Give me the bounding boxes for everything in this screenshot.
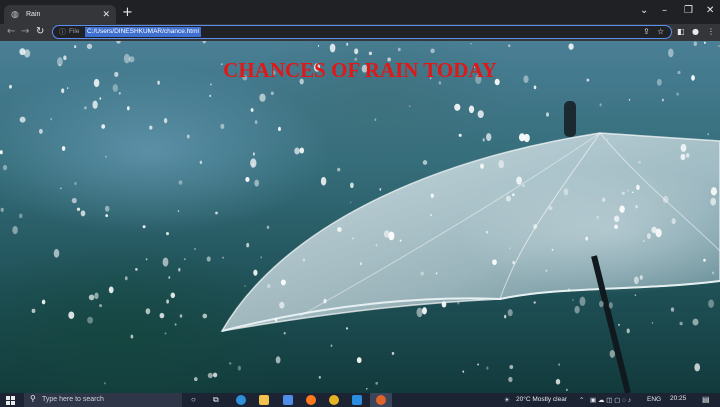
browser-tab[interactable]: ◍ Rain ✕ <box>4 5 116 24</box>
taskbar-search-box[interactable]: ⚲ Type here to search <box>24 393 182 407</box>
page-content: CHANCES OF RAIN TODAY <box>0 41 720 393</box>
address-bar[interactable]: ⓘ File C:/Users/DINESHKUMAR/chance.html … <box>52 25 672 39</box>
file-explorer-icon[interactable] <box>259 395 269 405</box>
url-text[interactable]: C:/Users/DINESHKUMAR/chance.html <box>85 27 201 37</box>
profile-icon[interactable]: ● <box>692 27 699 37</box>
tab-search-icon[interactable]: ⌄ <box>640 5 648 16</box>
forward-button[interactable]: → <box>21 26 29 38</box>
firefox-icon[interactable] <box>306 395 316 405</box>
globe-icon: ◍ <box>11 9 19 20</box>
clock-time[interactable]: 20:25 <box>670 395 686 402</box>
new-tab-button[interactable]: + <box>122 6 133 20</box>
chrome-active-icon[interactable] <box>376 395 386 405</box>
cortana-icon[interactable]: ○ <box>191 395 196 404</box>
tab-title: Rain <box>26 11 41 18</box>
side-panel-icon[interactable]: ◧ <box>677 27 685 37</box>
menu-icon[interactable]: ⋮ <box>707 27 715 37</box>
windows-taskbar: ⚲ Type here to search ○ ⧉ ☀ 20°C Mostly … <box>0 393 720 407</box>
edge-icon[interactable] <box>236 395 246 405</box>
share-icon[interactable]: ⇪ <box>643 27 650 37</box>
search-icon: ⚲ <box>30 394 36 403</box>
mail-icon[interactable] <box>283 395 293 405</box>
weather-icon[interactable]: ☀ <box>504 396 510 404</box>
minimize-button[interactable]: – <box>662 5 667 16</box>
url-scheme-label: File <box>69 28 80 35</box>
search-placeholder: Type here to search <box>42 396 104 403</box>
close-tab-icon[interactable]: ✕ <box>102 10 110 20</box>
chrome-icon[interactable] <box>329 395 339 405</box>
close-window-button[interactable]: ✕ <box>706 5 714 16</box>
language-indicator[interactable]: ENG <box>647 396 661 403</box>
weather-text[interactable]: 20°C Mostly clear <box>516 396 567 403</box>
vscode-icon[interactable] <box>352 395 362 405</box>
windows-start-button[interactable] <box>6 396 15 405</box>
bookmark-star-icon[interactable]: ☆ <box>657 27 664 37</box>
task-view-icon[interactable]: ⧉ <box>213 395 219 405</box>
show-hidden-icons[interactable]: ⌃ <box>579 396 584 404</box>
page-title: CHANCES OF RAIN TODAY <box>223 58 497 82</box>
tray-icons[interactable]: ▣ ☁ ◫ ▢ ◌ ♪ <box>590 396 631 404</box>
info-icon[interactable]: ⓘ <box>59 27 66 37</box>
back-button[interactable]: ← <box>7 26 15 38</box>
browser-toolbar: ← → ↻ ⓘ File C:/Users/DINESHKUMAR/chance… <box>0 24 720 41</box>
reload-button[interactable]: ↻ <box>36 26 44 38</box>
maximize-button[interactable]: ❐ <box>684 5 693 16</box>
browser-tab-strip: ◍ Rain ✕ + ⌄ – ❐ ✕ <box>0 0 720 24</box>
rain-umbrella-background <box>0 41 720 393</box>
notification-icon[interactable]: ▤ <box>702 395 710 404</box>
